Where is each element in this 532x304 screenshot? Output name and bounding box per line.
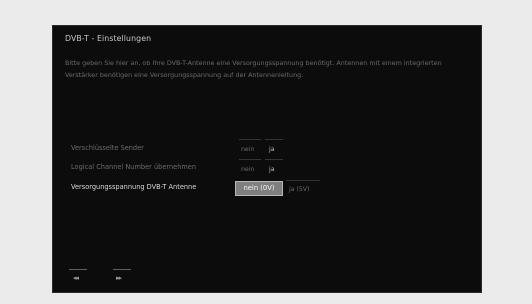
option-yes-antenna-power[interactable]: ja (5V): [289, 186, 309, 193]
row-divider: [265, 139, 283, 140]
dialog-description: Bitte geben Sie hier an, ob Ihre DVB-T-A…: [65, 59, 442, 79]
row-divider: [265, 159, 283, 160]
row-divider: [239, 159, 261, 160]
rewind-icon[interactable]: ◂◂: [73, 274, 79, 282]
nav-divider: [69, 269, 87, 270]
tv-screen: DVB-T - Einstellungen Bitte geben Sie hi…: [52, 25, 482, 293]
option-yes-encrypted[interactable]: ja: [269, 146, 275, 153]
setting-label-antenna-power: Versorgungsspannung DVB-T Antenne: [71, 183, 197, 191]
option-yes-lcn[interactable]: ja: [269, 166, 275, 173]
option-no-antenna-power[interactable]: nein (0V): [235, 181, 283, 196]
fast-forward-icon[interactable]: ▸▸: [116, 274, 122, 282]
dialog-title: DVB-T - Einstellungen: [65, 34, 152, 43]
option-no-encrypted[interactable]: nein: [241, 146, 254, 153]
row-divider: [239, 139, 261, 140]
setting-label-encrypted-channels: Verschlüsselte Sender: [71, 144, 144, 152]
setting-label-lcn: Logical Channel Number übernehmen: [71, 163, 197, 171]
row-divider: [286, 180, 320, 181]
option-no-lcn[interactable]: nein: [241, 166, 254, 173]
nav-divider: [113, 269, 131, 270]
